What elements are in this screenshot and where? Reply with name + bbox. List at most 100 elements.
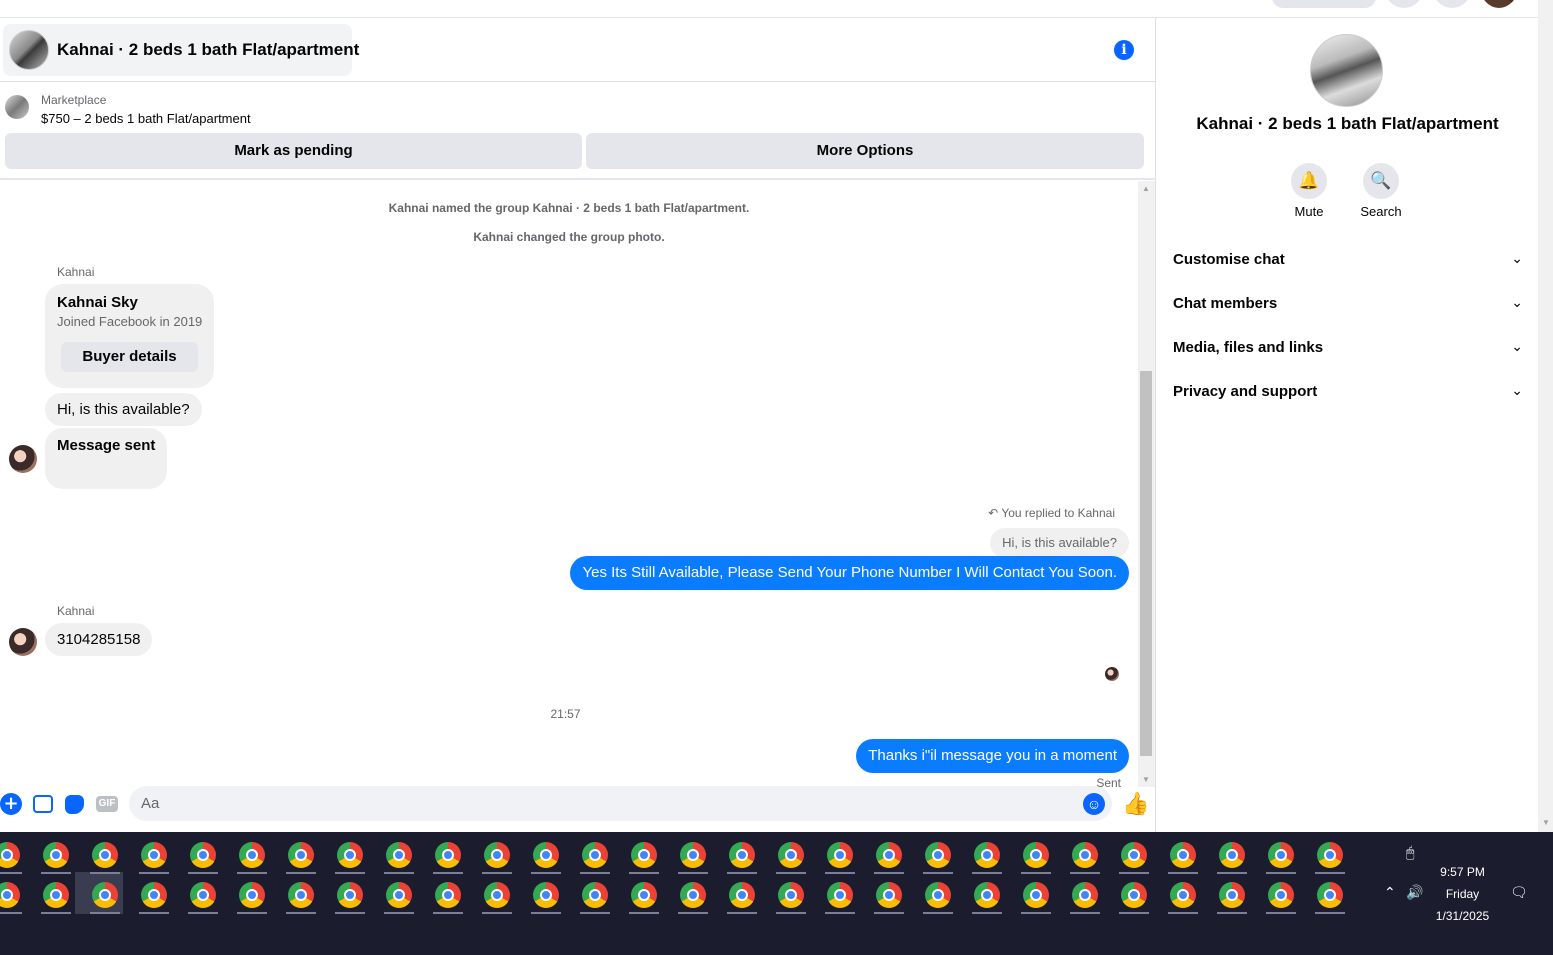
chrome-icon[interactable] — [533, 882, 559, 908]
notification-center-icon[interactable]: 🗨 — [1510, 884, 1528, 901]
chrome-icon[interactable] — [484, 842, 510, 868]
window-scrollbar[interactable]: ▼ — [1538, 0, 1553, 832]
chrome-icon[interactable] — [1170, 882, 1196, 908]
message-input[interactable] — [129, 786, 1112, 821]
chrome-icon[interactable] — [876, 882, 902, 908]
section-media-files-links[interactable]: Media, files and links ⌄ — [1173, 330, 1523, 366]
chevron-down-icon: ⌄ — [1511, 294, 1523, 310]
chrome-icon[interactable] — [876, 842, 902, 868]
chrome-icon[interactable] — [680, 842, 706, 868]
chrome-icon[interactable] — [141, 842, 167, 868]
mark-as-pending-button[interactable]: Mark as pending — [5, 133, 582, 169]
sender-avatar[interactable] — [9, 445, 37, 473]
gif-icon[interactable]: GIF — [96, 796, 118, 812]
chrome-icon[interactable] — [484, 882, 510, 908]
chrome-icon[interactable] — [0, 842, 20, 868]
chrome-icon[interactable] — [43, 882, 69, 908]
chrome-icon[interactable] — [435, 882, 461, 908]
chrome-icon[interactable] — [141, 882, 167, 908]
chrome-icon[interactable] — [239, 842, 265, 868]
chrome-icon[interactable] — [1023, 842, 1049, 868]
section-privacy-support[interactable]: Privacy and support ⌄ — [1173, 374, 1523, 410]
menu-icon[interactable] — [1385, 0, 1423, 8]
info-icon[interactable]: i — [1114, 40, 1134, 60]
chrome-icon[interactable] — [1121, 882, 1147, 908]
taskbar-running-indicator — [384, 912, 414, 914]
notifications-icon[interactable] — [1433, 0, 1471, 8]
emoji-icon[interactable]: ☺ — [1083, 793, 1105, 815]
chrome-icon[interactable] — [631, 882, 657, 908]
chrome-icon[interactable] — [729, 842, 755, 868]
chrome-icon[interactable] — [827, 882, 853, 908]
scroll-up-arrow[interactable]: ▲ — [1142, 184, 1150, 193]
chrome-icon[interactable] — [974, 882, 1000, 908]
chrome-icon[interactable] — [631, 842, 657, 868]
chrome-icon[interactable] — [337, 882, 363, 908]
chrome-icon[interactable] — [1170, 842, 1196, 868]
chrome-icon[interactable] — [1219, 882, 1245, 908]
buyer-details-button[interactable]: Buyer details — [61, 342, 198, 372]
chrome-icon[interactable] — [1317, 882, 1343, 908]
chrome-icon[interactable] — [92, 842, 118, 868]
chrome-icon[interactable] — [1268, 882, 1294, 908]
photo-icon[interactable] — [33, 795, 53, 813]
outgoing-message[interactable]: Yes Its Still Available, Please Send You… — [570, 556, 1129, 590]
search-icon[interactable]: 🔍 — [1363, 163, 1399, 199]
chrome-icon[interactable] — [43, 842, 69, 868]
chrome-icon[interactable] — [190, 882, 216, 908]
chrome-icon[interactable] — [778, 882, 804, 908]
chrome-icon[interactable] — [827, 842, 853, 868]
chrome-icon[interactable] — [190, 842, 216, 868]
chrome-icon[interactable] — [386, 842, 412, 868]
chrome-icon[interactable] — [435, 842, 461, 868]
scroll-down-arrow[interactable]: ▼ — [1542, 818, 1550, 827]
chrome-icon[interactable] — [1072, 882, 1098, 908]
group-avatar-large[interactable] — [1310, 34, 1383, 107]
chrome-icon[interactable] — [974, 842, 1000, 868]
scrollbar-thumb[interactable] — [1140, 371, 1152, 756]
chevron-down-icon[interactable]: ⌵ — [1508, 0, 1516, 5]
more-options-button[interactable]: More Options — [586, 133, 1144, 169]
reply-quote[interactable]: Hi, is this available? — [990, 528, 1129, 558]
clock-date[interactable]: 1/31/2025 — [1380, 909, 1545, 923]
chrome-icon[interactable] — [925, 882, 951, 908]
chrome-icon[interactable] — [337, 842, 363, 868]
incoming-message[interactable]: Message sent — [45, 428, 168, 489]
chrome-icon[interactable] — [1072, 842, 1098, 868]
nav-pill-button[interactable] — [1272, 0, 1376, 8]
chrome-icon[interactable] — [1023, 882, 1049, 908]
chrome-icon[interactable] — [1268, 842, 1294, 868]
sender-avatar[interactable] — [9, 628, 37, 656]
thumbs-up-icon[interactable]: 👍 — [1122, 791, 1149, 817]
chrome-icon[interactable] — [386, 882, 412, 908]
network-icon[interactable]: 🖱 — [1406, 844, 1414, 861]
taskbar-running-indicator — [1021, 912, 1051, 914]
chrome-icon[interactable] — [582, 842, 608, 868]
plus-icon[interactable]: + — [0, 793, 22, 815]
conversation-title-button[interactable]: Kahnai · 2 beds 1 bath Flat/apartment — [3, 24, 359, 76]
bell-icon[interactable]: 🔔 — [1291, 163, 1327, 199]
chrome-icon[interactable] — [729, 882, 755, 908]
section-chat-members[interactable]: Chat members ⌄ — [1173, 286, 1523, 322]
marketplace-listing-bar[interactable]: Marketplace $750 – 2 beds 1 bath Flat/ap… — [0, 83, 1156, 133]
chrome-icon[interactable] — [92, 882, 118, 908]
section-customise-chat[interactable]: Customise chat ⌄ — [1173, 242, 1523, 278]
chrome-icon[interactable] — [1219, 842, 1245, 868]
chrome-icon[interactable] — [582, 882, 608, 908]
chrome-icon[interactable] — [778, 842, 804, 868]
clock-time[interactable]: 9:57 PM — [1380, 865, 1545, 879]
chrome-icon[interactable] — [925, 842, 951, 868]
chrome-icon[interactable] — [1317, 842, 1343, 868]
chrome-icon[interactable] — [0, 882, 20, 908]
outgoing-message[interactable]: Thanks i"il message you in a moment — [856, 739, 1129, 773]
chrome-icon[interactable] — [288, 842, 314, 868]
message-scrollbar[interactable]: ▲ ▼ — [1138, 181, 1155, 787]
chrome-icon[interactable] — [533, 842, 559, 868]
incoming-message[interactable]: 3104285158 — [45, 623, 153, 656]
chrome-icon[interactable] — [680, 882, 706, 908]
sticker-icon[interactable] — [65, 795, 84, 814]
chrome-icon[interactable] — [239, 882, 265, 908]
chrome-icon[interactable] — [288, 882, 314, 908]
incoming-message[interactable]: Hi, is this available? — [45, 393, 202, 426]
chrome-icon[interactable] — [1121, 842, 1147, 868]
